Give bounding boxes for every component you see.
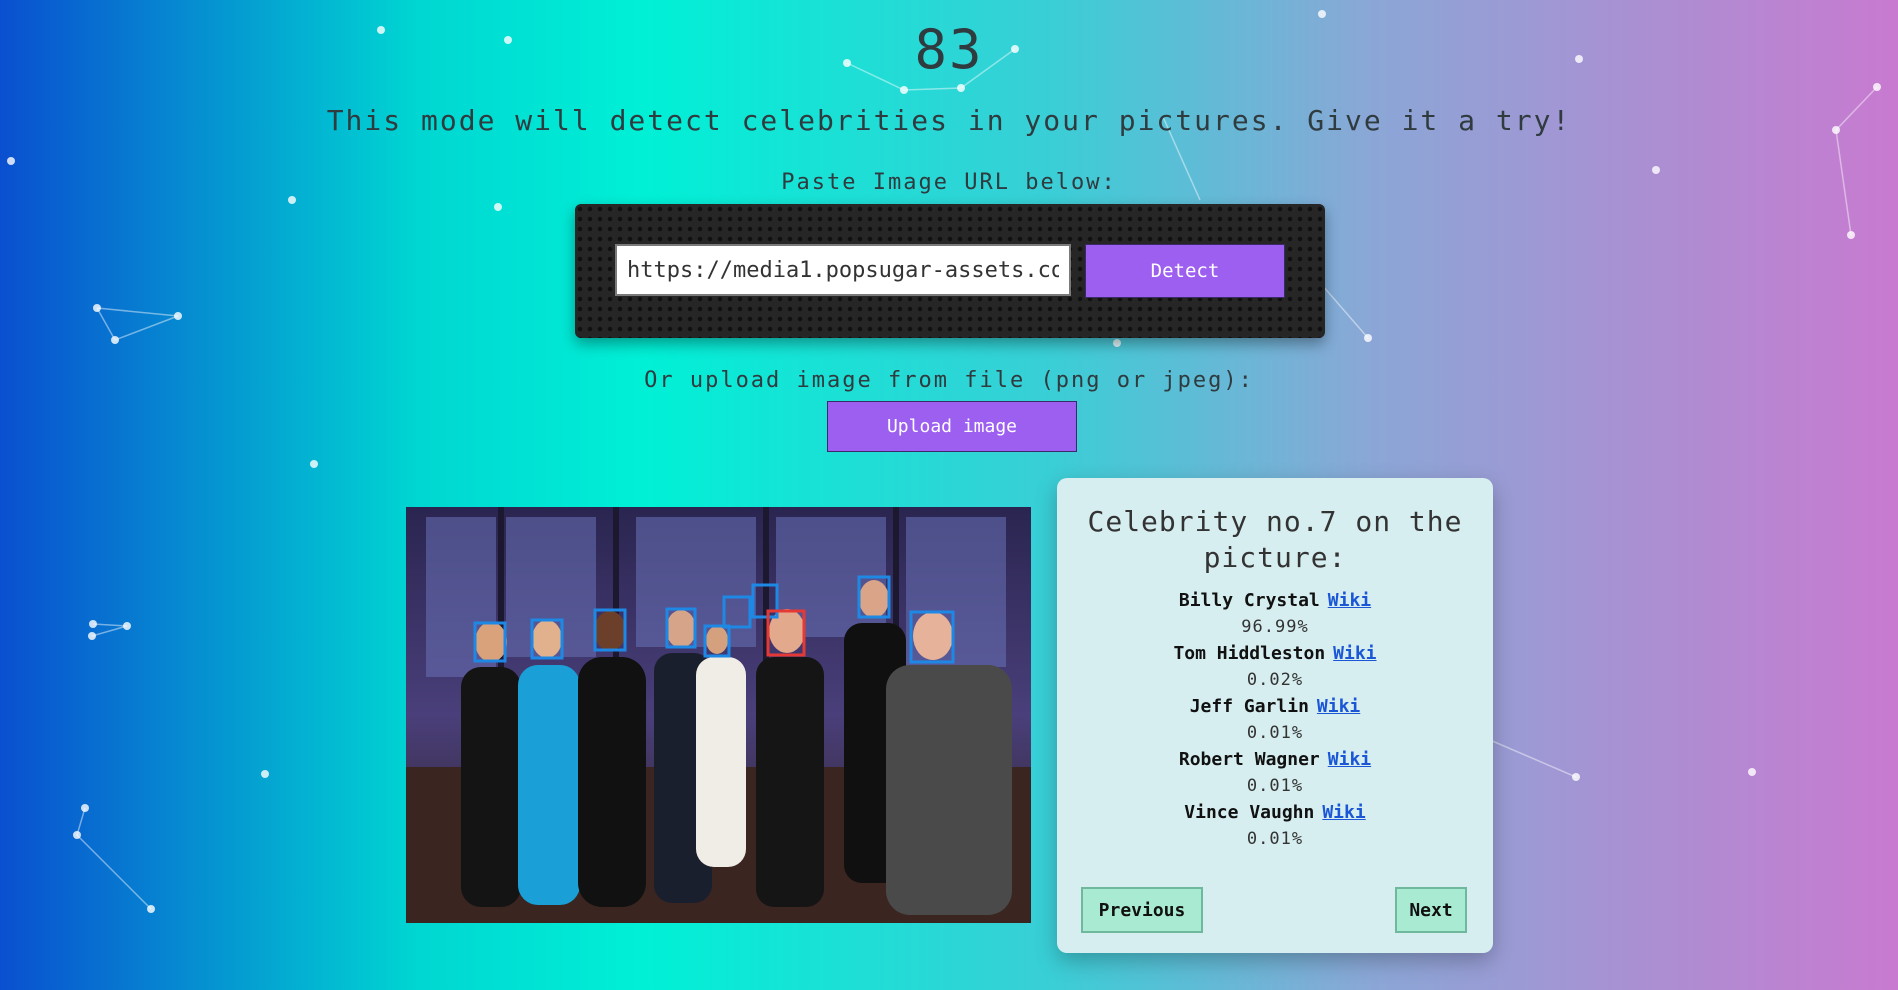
wiki-link[interactable]: Wiki	[1322, 802, 1365, 823]
celebrity-result-card: Celebrity no.7 on the picture: Billy Cry…	[1057, 478, 1493, 953]
wiki-link[interactable]: Wiki	[1333, 643, 1376, 664]
candidate-item: Vince Vaughn Wiki 0.01%	[1057, 802, 1493, 849]
analyzed-photo	[406, 507, 1031, 923]
candidate-name: Tom Hiddleston	[1173, 643, 1326, 664]
previous-button[interactable]: Previous	[1081, 887, 1203, 933]
candidate-confidence: 0.01%	[1246, 829, 1304, 849]
url-label: Paste Image URL below:	[781, 170, 1117, 195]
photo-illustration	[406, 507, 1031, 923]
upload-label: Or upload image from file (png or jpeg):	[644, 368, 1254, 393]
wiki-link[interactable]: Wiki	[1317, 696, 1360, 717]
candidate-item: Billy Crystal Wiki 96.99%	[1057, 590, 1493, 637]
candidate-item: Jeff Garlin Wiki 0.01%	[1057, 696, 1493, 743]
wiki-link[interactable]: Wiki	[1328, 749, 1371, 770]
url-form-panel: Detect	[575, 204, 1325, 338]
wiki-link[interactable]: Wiki	[1328, 590, 1371, 611]
candidate-list: Billy Crystal Wiki 96.99% Tom Hiddleston W…	[1057, 590, 1493, 849]
next-button[interactable]: Next	[1395, 887, 1467, 933]
candidate-item: Tom Hiddleston Wiki 0.02%	[1057, 643, 1493, 690]
candidate-name: Jeff Garlin	[1189, 696, 1309, 717]
candidate-name: Robert Wagner	[1178, 749, 1320, 770]
upload-image-button[interactable]: Upload image	[827, 401, 1077, 452]
candidate-name: Billy Crystal	[1178, 590, 1320, 611]
image-url-input[interactable]	[615, 244, 1071, 296]
candidate-confidence: 0.02%	[1246, 670, 1304, 690]
result-title: Celebrity no.7 on the picture:	[1087, 505, 1463, 574]
detection-counter: 83	[914, 18, 984, 81]
candidate-confidence: 0.01%	[1246, 723, 1304, 743]
candidate-item: Robert Wagner Wiki 0.01%	[1057, 749, 1493, 796]
mode-description: This mode will detect celebrities in you…	[326, 104, 1572, 137]
candidate-name: Vince Vaughn	[1184, 802, 1315, 823]
candidate-confidence: 96.99%	[1241, 617, 1309, 637]
candidate-confidence: 0.01%	[1246, 776, 1304, 796]
detect-button[interactable]: Detect	[1085, 244, 1285, 298]
